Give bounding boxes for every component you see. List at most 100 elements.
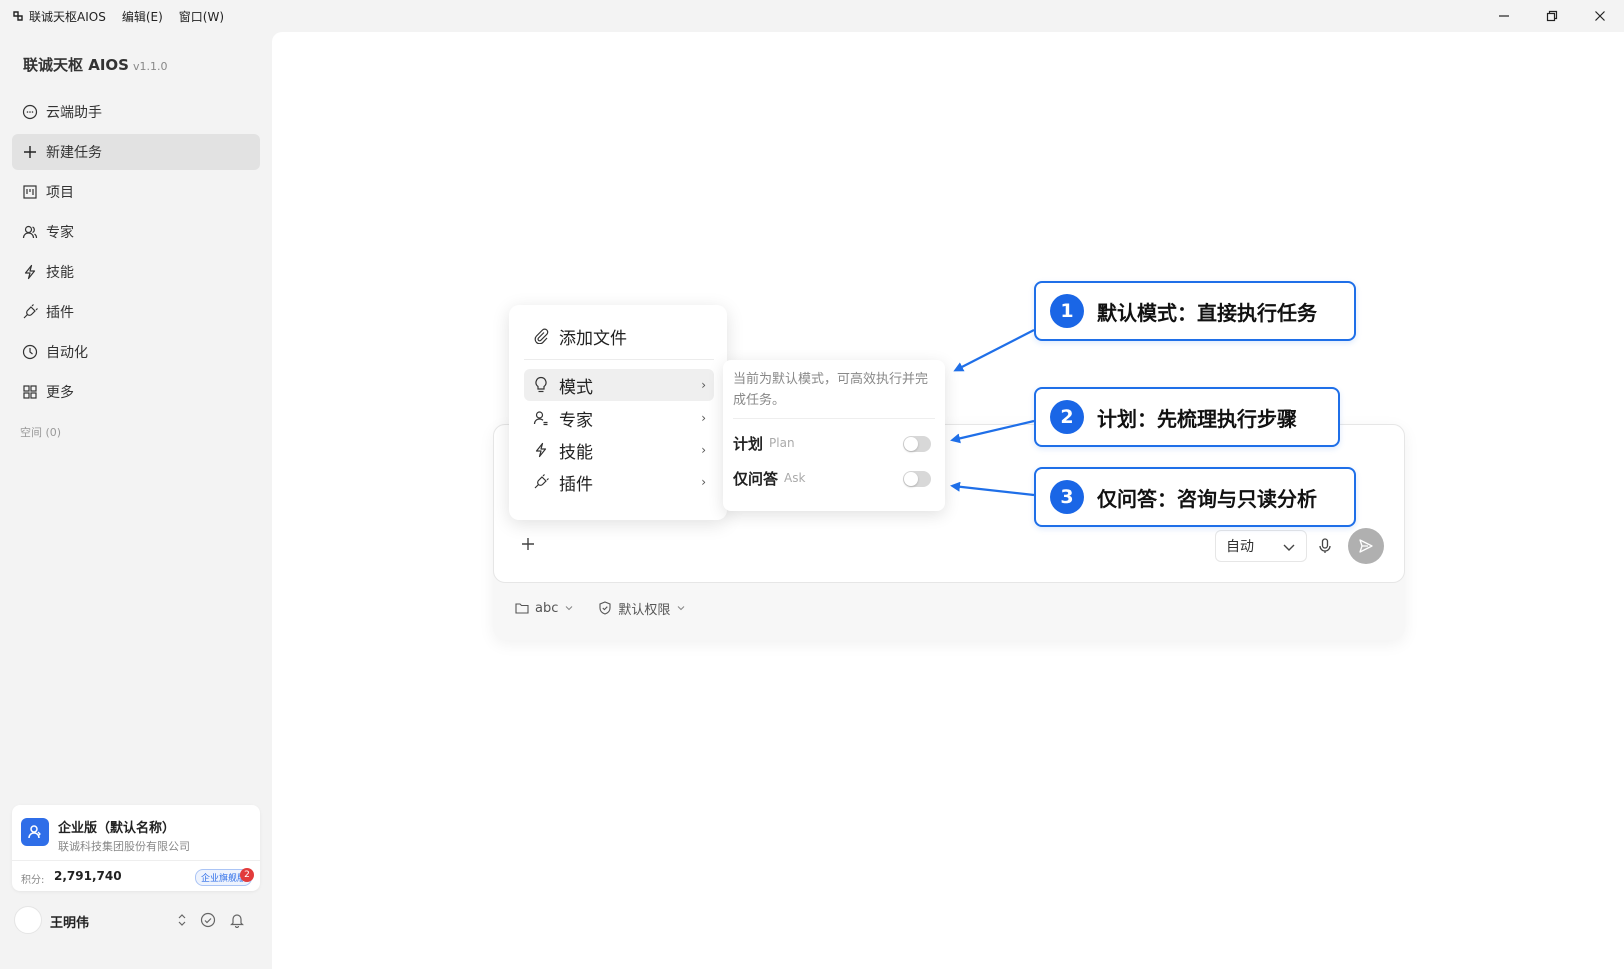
restore-button[interactable] [1528,0,1576,32]
brand: 联诚天枢 AIOS v1.1.0 [23,54,167,75]
folder-icon [515,603,529,614]
version: v1.1.0 [132,60,168,73]
expert-icon [533,411,548,426]
enterprise-company: 联诚科技集团股份有限公司 [58,840,190,853]
option-english: Ask [784,471,806,485]
folder-selector[interactable]: abc [515,601,580,616]
board-icon [23,185,37,199]
attachment-menu: 添加文件 模式 › 专家 › 技能 › 插件 › [509,305,727,520]
lightning-icon [24,264,36,280]
folder-name: abc [535,600,559,616]
sidebar-item-label: 云端助手 [46,105,102,121]
sidebar-item-plugins[interactable]: 插件 [12,294,260,330]
menu-divider [524,359,714,360]
grid-icon [23,385,37,399]
chevron-right-icon: › [701,411,706,425]
callout-text: 计划：先梳理执行步骤 [1097,406,1297,431]
send-button[interactable] [1348,528,1384,564]
restore-icon [1546,10,1558,22]
chevron-down-icon [565,606,573,611]
plug-icon [23,304,38,319]
menu-edit[interactable]: 编辑(E) [122,8,163,25]
user-name[interactable]: 王明伟 [50,912,89,931]
chevron-down-icon [1283,544,1295,551]
sidebar-item-label: 自动化 [46,345,88,361]
plan-toggle[interactable] [903,436,931,452]
menu-item-label: 插件 [559,474,593,495]
sidebar-item-more[interactable]: 更多 [12,374,260,410]
ask-toggle[interactable] [903,471,931,487]
users-icon [22,225,38,239]
sidebar-item-automation[interactable]: 自动化 [12,334,260,370]
mode-option-ask[interactable]: 仅问答 Ask [733,466,937,490]
chevron-right-icon: › [701,378,706,392]
close-icon [1595,11,1605,21]
mode-option-plan[interactable]: 计划 Plan [733,431,937,455]
callout-number: 2 [1050,400,1084,434]
chevron-down-icon [678,606,685,611]
sidebar-item-new-task[interactable]: 新建任务 [12,134,260,170]
menu-item-skills[interactable]: 技能 › [524,434,714,466]
menu-item-add-file[interactable]: 添加文件 [524,320,714,352]
permission-selector[interactable]: 默认权限 [598,599,692,618]
menu-item-plugins[interactable]: 插件 › [524,466,714,498]
callout-number: 3 [1050,480,1084,514]
mode-select-value: 自动 [1226,539,1254,555]
menu-item-label: 模式 [559,377,593,398]
voice-input-button[interactable] [1314,535,1336,557]
send-icon [1359,539,1373,553]
mode-description: 当前为默认模式，可高效执行并完成任务。 [733,372,929,408]
chevron-right-icon: › [701,443,706,457]
mode-select[interactable]: 自动 [1215,530,1307,562]
sidebar-item-cloud-assistant[interactable]: 云端助手 [12,94,260,130]
menu-item-mode[interactable]: 模式 › [524,369,714,401]
callout-text: 默认模式：直接执行任务 [1097,300,1317,325]
enterprise-user-icon [28,825,41,839]
close-button[interactable] [1576,0,1624,32]
callout-number: 1 [1050,294,1084,328]
sidebar-item-label: 插件 [46,305,74,321]
menu-window[interactable]: 窗口(W) [179,8,224,25]
menu-item-label: 专家 [559,410,593,431]
composer-footer: abc 默认权限 [515,596,710,620]
switch-account-button[interactable] [172,910,192,930]
sidebar-item-skills[interactable]: 技能 [12,254,260,290]
menu-item-label: 技能 [559,442,593,463]
callout-default-mode: 1 默认模式：直接执行任务 [1034,281,1356,341]
menu-item-label: 添加文件 [559,328,627,349]
minimize-button[interactable] [1480,0,1528,32]
plus-icon [24,146,36,158]
sidebar-item-label: 项目 [46,185,74,201]
sidebar-item-label: 新建任务 [46,145,102,161]
mode-submenu: 当前为默认模式，可高效执行并完成任务。 计划 Plan 仅问答 Ask [723,360,945,511]
callout-plan-mode: 2 计划：先梳理执行步骤 [1034,387,1340,447]
minimize-icon [1499,15,1509,17]
lightning-icon [535,442,547,458]
avatar[interactable] [14,906,42,934]
notifications-button[interactable] [227,910,247,930]
shield-icon [599,601,611,615]
add-attachment-button[interactable] [516,532,540,556]
status-button[interactable] [198,910,218,930]
chevron-up-down-icon [178,914,186,926]
check-circle-icon [200,912,216,928]
space-label[interactable]: 空间 (0) [20,424,61,440]
main-content: 自动 abc 默认权限 添加文件 模式 › 专家 › 技能 › 插件 › 当前为… [272,32,1624,969]
points-label: 积分: [21,875,45,886]
sidebar-item-projects[interactable]: 项目 [12,174,260,210]
app-name: 联诚天枢AIOS [29,9,106,24]
enterprise-logo [21,818,49,846]
option-label: 计划 [733,434,764,453]
sidebar-item-experts[interactable]: 专家 [12,214,260,250]
enterprise-card[interactable]: 企业版（默认名称） 联诚科技集团股份有限公司 积分: 2,791,740 企业旗… [12,805,260,891]
sidebar-nav: 云端助手 新建任务 项目 专家 技能 插件 自动化 更多 [12,94,260,414]
brand-name: 联诚天枢 AIOS [23,56,129,74]
menu-item-expert[interactable]: 专家 › [524,402,714,434]
sidebar-item-label: 更多 [46,385,74,401]
sidebar-item-label: 技能 [46,265,74,281]
enterprise-name: 企业版（默认名称） [58,821,176,836]
user-row: 王明伟 [12,902,260,938]
plug-icon [534,474,549,489]
callout-text: 仅问答：咨询与只读分析 [1097,486,1317,511]
chevron-right-icon: › [701,475,706,489]
